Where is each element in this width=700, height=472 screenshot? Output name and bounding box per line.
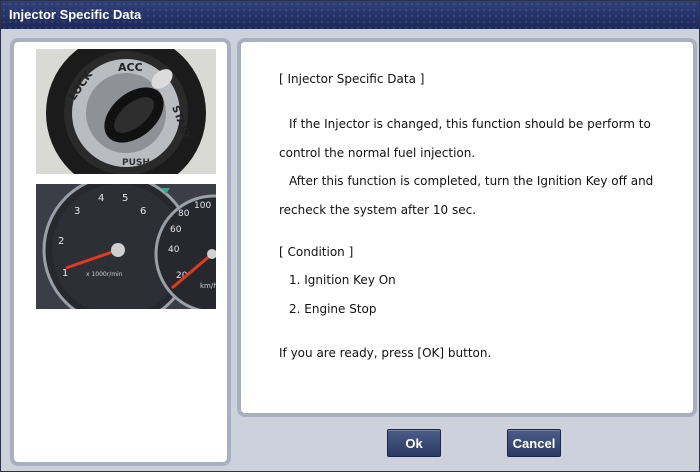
speed-100: 100	[194, 201, 211, 211]
cancel-button[interactable]: Cancel	[507, 429, 561, 457]
condition-heading: [ Condition ]	[279, 245, 354, 259]
condition-item-1: 1. Ignition Key On	[289, 273, 396, 287]
speed-40: 40	[168, 245, 180, 255]
message-panel: [ Injector Specific Data ] If the Inject…	[237, 38, 697, 417]
paragraph-2-line-2: recheck the system after 10 sec.	[279, 203, 477, 217]
ok-button[interactable]: Ok	[387, 429, 441, 457]
illustration-panel: LOCK ACC START PUSH 1 2 3 4 5 6 x 1000r/…	[10, 38, 231, 466]
speed-80: 80	[178, 209, 190, 219]
window-title: Injector Specific Data	[9, 7, 142, 22]
push-label: PUSH	[122, 158, 150, 168]
speed-60: 60	[170, 225, 182, 235]
rpm-unit: x 1000r/min	[86, 271, 123, 278]
paragraph-1-line-1: If the Injector is changed, this functio…	[289, 117, 651, 131]
dialog-window: Injector Specific Data LOCK ACC START PU…	[0, 0, 700, 472]
tick-6: 6	[140, 206, 146, 217]
paragraph-1-line-2: control the normal fuel injection.	[279, 146, 476, 160]
paragraph-2-line-1: After this function is completed, turn t…	[289, 174, 654, 188]
ignition-key-image: LOCK ACC START PUSH	[36, 49, 216, 174]
tick-5: 5	[122, 193, 128, 204]
message-heading: [ Injector Specific Data ]	[279, 72, 425, 86]
speed-unit: km/h	[200, 282, 216, 290]
instrument-gauge-image: 1 2 3 4 5 6 x 1000r/min 20 40 60 80 100 …	[36, 184, 216, 309]
tick-2: 2	[58, 236, 64, 247]
tick-4: 4	[98, 193, 104, 204]
tick-3: 3	[74, 206, 80, 217]
acc-label: ACC	[118, 61, 143, 74]
ready-prompt: If you are ready, press [OK] button.	[279, 346, 492, 360]
tick-1: 1	[62, 268, 68, 279]
title-bar[interactable]: Injector Specific Data	[1, 1, 699, 29]
condition-item-2: 2. Engine Stop	[289, 302, 377, 316]
